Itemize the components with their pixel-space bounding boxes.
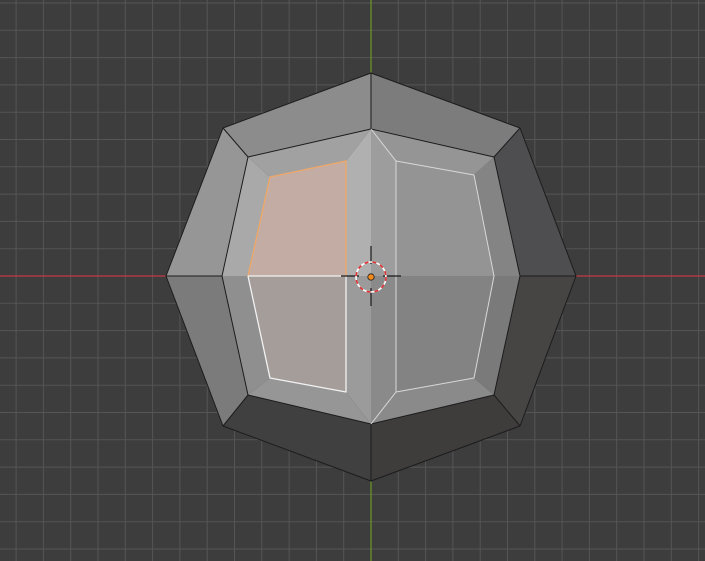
viewport-canvas[interactable] [0,0,705,561]
3d-viewport[interactable] [0,0,705,561]
object-origin-icon [367,273,375,281]
